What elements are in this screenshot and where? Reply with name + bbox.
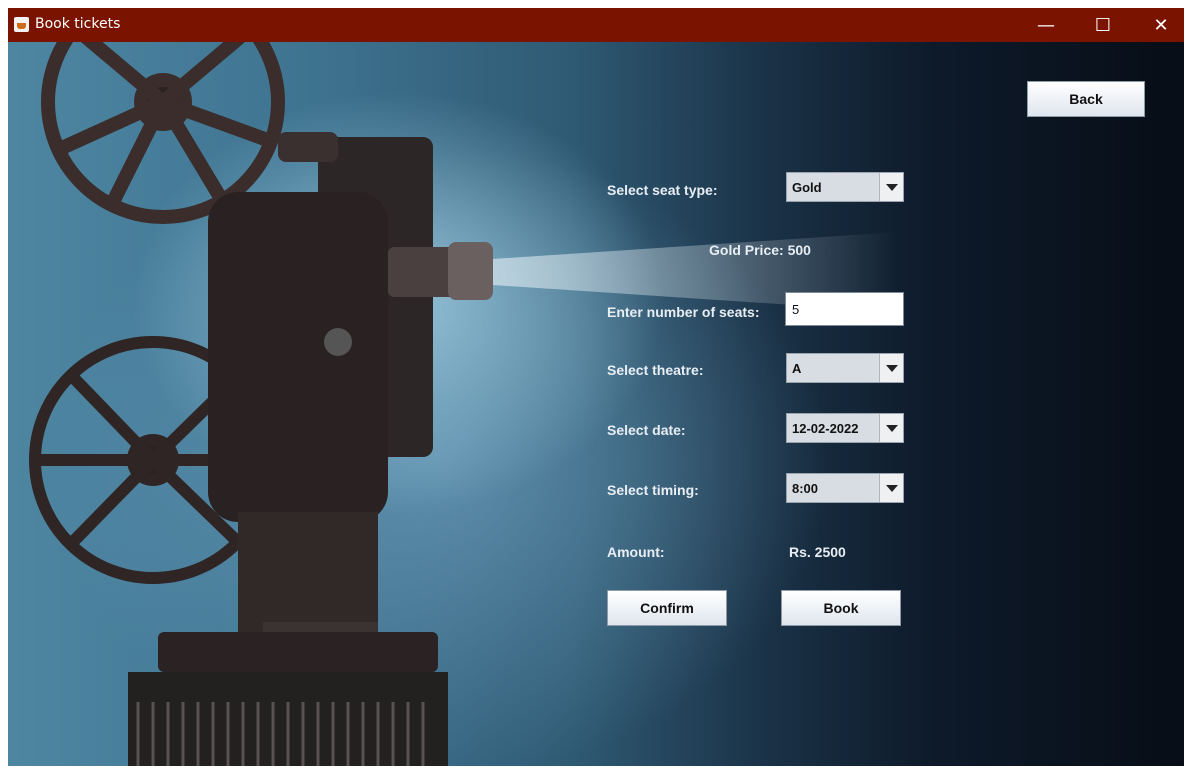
maximize-button[interactable]: ☐: [1080, 8, 1126, 42]
seats-label: Enter number of seats:: [607, 304, 760, 320]
book-button[interactable]: Book: [781, 590, 901, 626]
back-button[interactable]: Back: [1027, 81, 1145, 117]
theatre-value: A: [792, 361, 802, 376]
film-projector-illustration: [29, 42, 493, 766]
chevron-down-icon[interactable]: [879, 354, 903, 382]
seat-type-label: Select seat type:: [607, 182, 718, 198]
price-label: Gold Price: 500: [709, 242, 811, 258]
background-image: Back Select seat type: Gold Gold Price: …: [8, 42, 1184, 766]
upper-reel: [41, 42, 285, 224]
amount-value: Rs. 2500: [789, 544, 846, 560]
window-title: Book tickets: [35, 16, 121, 32]
timing-value: 8:00: [792, 481, 819, 496]
title-bar: Book tickets — ☐ ✕: [8, 8, 1184, 42]
theatre-label: Select theatre:: [607, 362, 704, 378]
chevron-down-icon[interactable]: [879, 414, 903, 442]
theatre-select[interactable]: A: [786, 353, 904, 383]
timing-select[interactable]: 8:00: [786, 473, 904, 503]
seat-type-select[interactable]: Gold: [786, 172, 904, 202]
date-select[interactable]: 12-02-2022: [786, 413, 904, 443]
date-value: 12-02-2022: [792, 421, 859, 436]
timing-label: Select timing:: [607, 482, 699, 498]
chevron-down-icon[interactable]: [879, 474, 903, 502]
seat-type-value: Gold: [792, 180, 822, 195]
java-app-icon: [14, 17, 29, 32]
projector-body: [128, 132, 493, 766]
minimize-button[interactable]: —: [1023, 8, 1069, 42]
date-label: Select date:: [607, 422, 686, 438]
book-tickets-window: Book tickets — ☐ ✕ Back Select seat type…: [8, 8, 1184, 766]
seats-input[interactable]: 5: [785, 292, 904, 326]
chevron-down-icon[interactable]: [879, 173, 903, 201]
confirm-button[interactable]: Confirm: [607, 590, 727, 626]
close-button[interactable]: ✕: [1138, 8, 1184, 42]
amount-label: Amount:: [607, 544, 665, 560]
